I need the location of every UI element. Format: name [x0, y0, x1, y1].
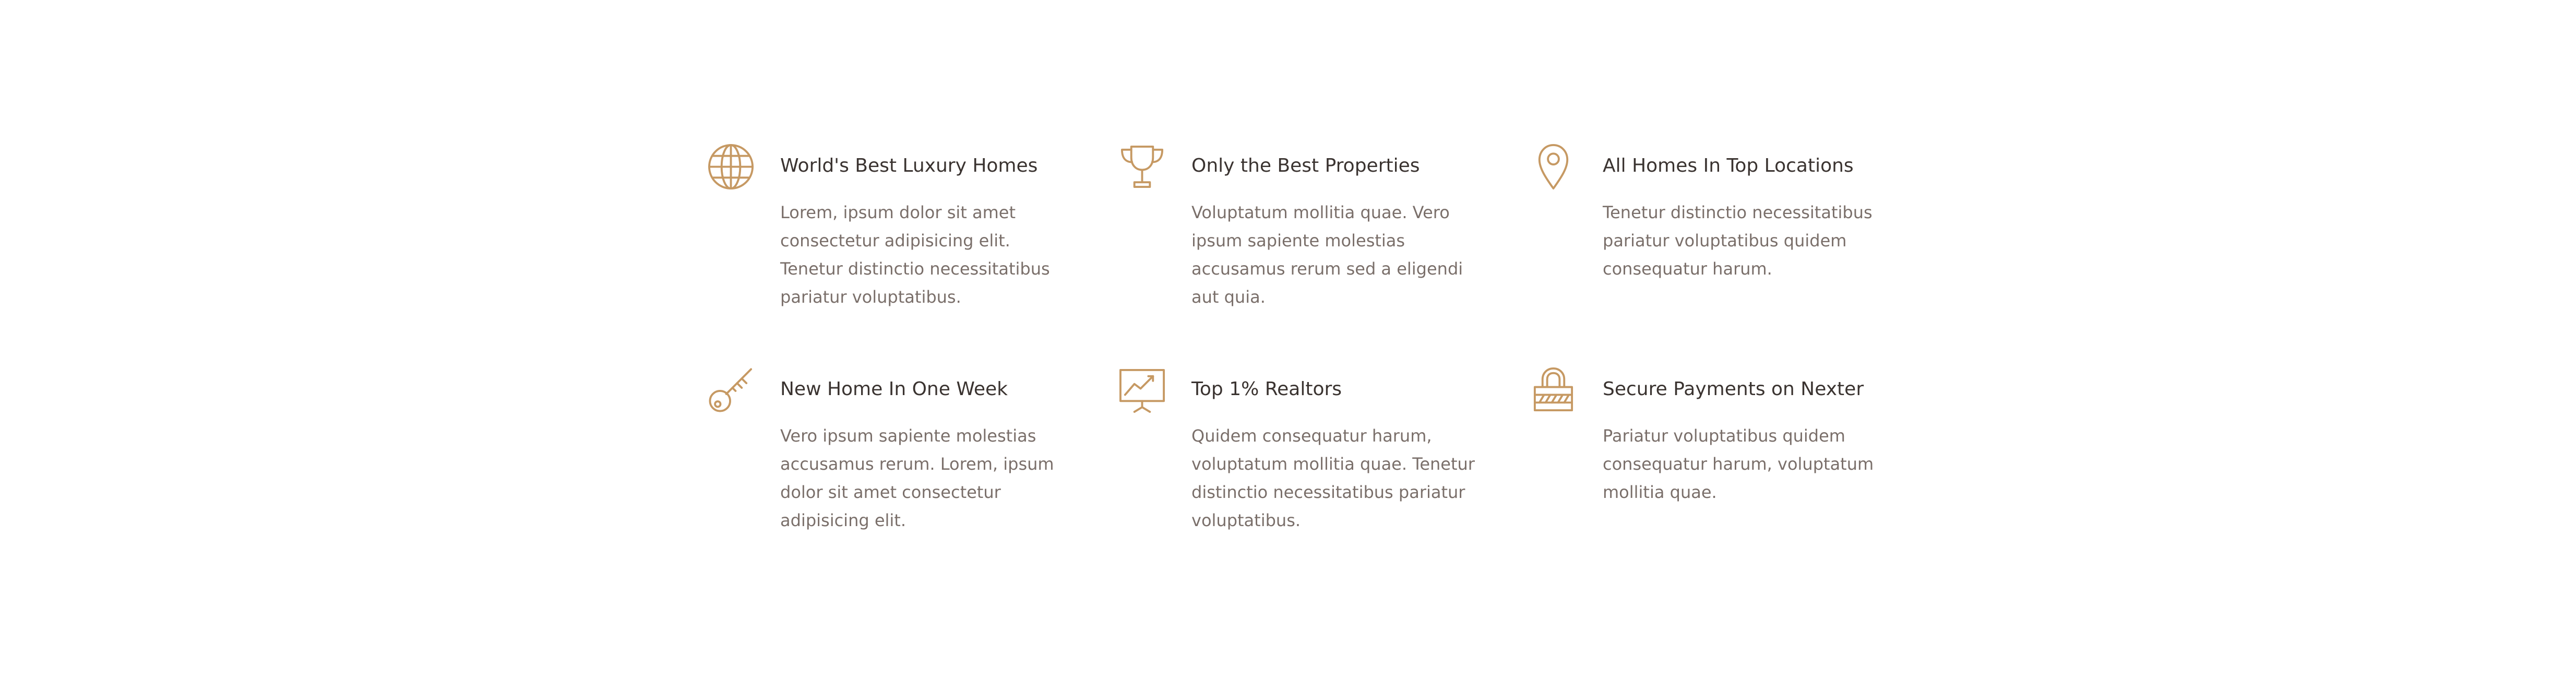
feature-text: Vero ipsum sapiente molestias accusamus …: [780, 426, 1054, 530]
trophy-icon: [1117, 142, 1167, 192]
presentation-chart-icon: [1117, 365, 1167, 415]
feature-item: Top 1% Realtors Quidem consequatur harum…: [1117, 360, 1529, 569]
feature-title: Only the Best Properties: [1191, 155, 1420, 176]
features-section: World's Best Luxury Homes Lorem, ipsum d…: [706, 137, 1940, 569]
feature-item: All Homes In Top Locations Tenetur disti…: [1529, 137, 1940, 360]
feature-item: World's Best Luxury Homes Lorem, ipsum d…: [706, 137, 1117, 360]
feature-text: Tenetur distinctio necessitatibus pariat…: [1603, 203, 1873, 279]
feature-title: All Homes In Top Locations: [1603, 155, 1854, 176]
feature-item: New Home In One Week Vero ipsum sapiente…: [706, 360, 1117, 569]
lock-icon: [1529, 365, 1578, 415]
key-icon: [706, 365, 756, 415]
feature-text: Voluptatum mollitia quae. Vero ipsum sap…: [1191, 203, 1463, 307]
globe-icon: [706, 142, 756, 192]
feature-text: Lorem, ipsum dolor sit amet consectetur …: [780, 203, 1050, 307]
map-pin-icon: [1529, 142, 1578, 192]
feature-title: Top 1% Realtors: [1191, 378, 1342, 400]
feature-text: Pariatur voluptatibus quidem consequatur…: [1603, 426, 1874, 502]
feature-title: Secure Payments on Nexter: [1603, 378, 1864, 400]
feature-text: Quidem consequatur harum, voluptatum mol…: [1191, 426, 1475, 530]
feature-item: Only the Best Properties Voluptatum moll…: [1117, 137, 1529, 360]
feature-title: New Home In One Week: [780, 378, 1008, 400]
feature-item: Secure Payments on Nexter Pariatur volup…: [1529, 360, 1940, 569]
feature-title: World's Best Luxury Homes: [780, 155, 1038, 176]
